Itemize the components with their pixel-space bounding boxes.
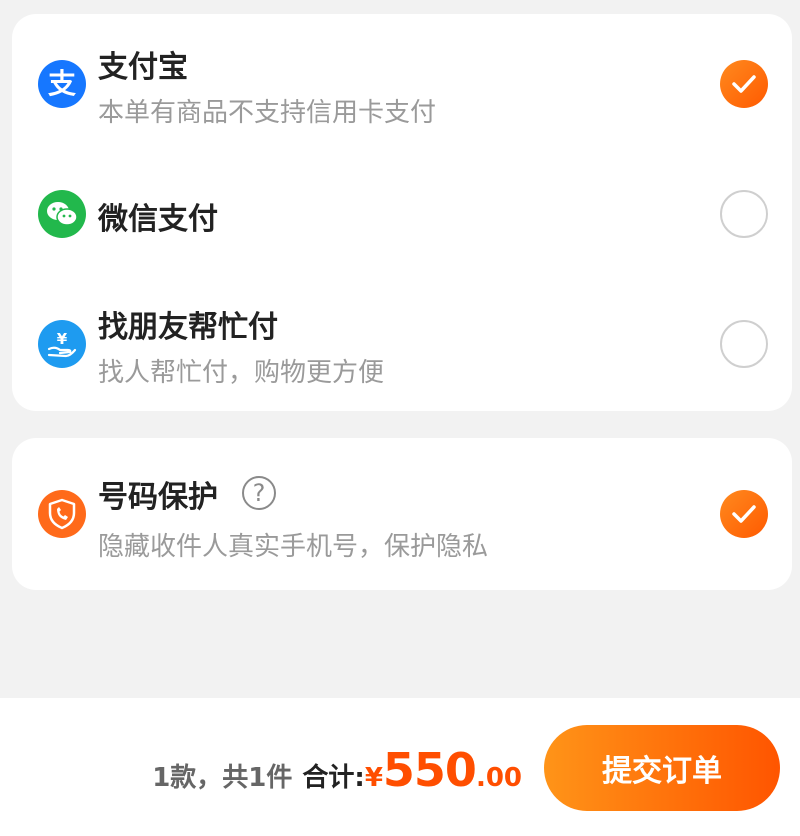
payment-option-alipay[interactable]: 支 支付宝 本单有商品不支持信用卡支付 <box>12 14 792 144</box>
toggle-checked-icon[interactable] <box>720 490 768 538</box>
payment-option-title: 找朋友帮忙付 <box>98 310 278 345</box>
number-protection-row[interactable]: 号码保护 ? 隐藏收件人真实手机号，保护隐私 <box>12 438 792 590</box>
item-count: 1款，共1件 <box>152 763 293 793</box>
number-protection-note: 隐藏收件人真实手机号，保护隐私 <box>98 532 489 562</box>
payment-option-wechat[interactable]: 微信支付 <box>12 144 792 264</box>
number-protection-title: 号码保护 <box>98 480 218 515</box>
total-amount-integer: 550 <box>382 743 477 797</box>
phone-shield-icon <box>38 490 86 538</box>
payment-option-note: 本单有商品不支持信用卡支付 <box>98 98 437 128</box>
alipay-icon: 支 <box>38 60 86 108</box>
friend-pay-icon: ¥ <box>38 320 86 368</box>
total-amount-decimal: .00 <box>475 763 522 793</box>
radio-unchecked-icon[interactable] <box>720 190 768 238</box>
submit-order-button[interactable]: 提交订单 <box>544 725 780 811</box>
number-protection-card: 号码保护 ? 隐藏收件人真实手机号，保护隐私 <box>12 438 792 590</box>
radio-unchecked-icon[interactable] <box>720 320 768 368</box>
payment-option-title: 微信支付 <box>98 202 218 237</box>
payment-option-title: 支付宝 <box>98 50 188 85</box>
checkout-bar: 1款，共1件 合计: ¥ 550 .00 提交订单 <box>0 698 800 836</box>
wechat-pay-icon <box>38 190 86 238</box>
radio-checked-icon[interactable] <box>720 60 768 108</box>
svg-text:¥: ¥ <box>57 330 68 348</box>
currency-symbol: ¥ <box>364 763 383 793</box>
order-summary: 1款，共1件 合计: ¥ 550 .00 <box>152 743 522 797</box>
payment-methods-card: 支 支付宝 本单有商品不支持信用卡支付 微信支付 ¥ 找朋友帮忙付 找人帮忙付，… <box>12 14 792 411</box>
payment-option-note: 找人帮忙付，购物更方便 <box>98 358 385 388</box>
payment-option-friend-pay[interactable]: ¥ 找朋友帮忙付 找人帮忙付，购物更方便 <box>12 274 792 411</box>
total-label: 合计: <box>302 763 365 793</box>
help-icon[interactable]: ? <box>242 476 276 510</box>
